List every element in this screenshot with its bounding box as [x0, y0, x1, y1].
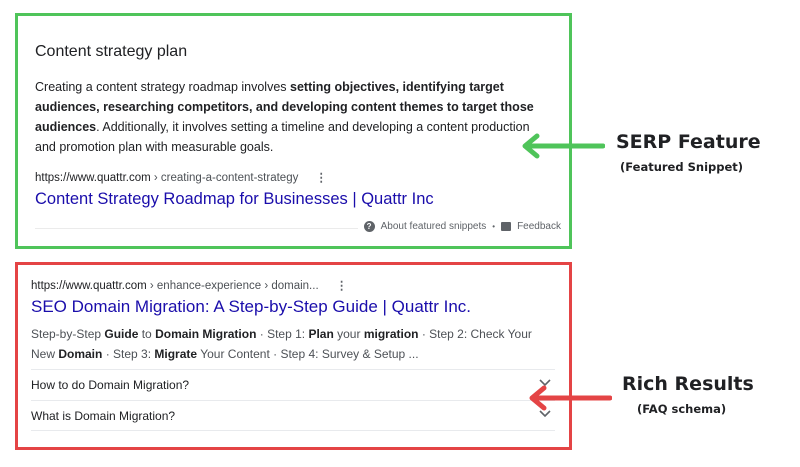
faq-question: How to do Domain Migration?	[31, 378, 190, 392]
serp-feature-label: SERP Feature	[616, 131, 761, 153]
feedback-icon	[501, 222, 512, 231]
rich-description: Step-by-Step Guide to Domain Migration ·…	[31, 324, 556, 364]
snippet-text: Creating a content strategy roadmap invo…	[35, 77, 550, 157]
snippet-heading: Content strategy plan	[35, 43, 188, 60]
rich-results-label: Rich Results	[622, 373, 754, 395]
rich-result-panel: https://www.quattr.com › enhance-experie…	[15, 262, 572, 450]
snippet-footer: ? About featured snippets • Feedback	[357, 221, 561, 232]
arrow-left-icon	[529, 385, 612, 411]
rich-url-row: https://www.quattr.com › enhance-experie…	[31, 278, 347, 292]
desc-bold: migration	[363, 327, 419, 341]
desc-bold: Domain Migration	[155, 327, 257, 341]
desc-part: your	[333, 327, 364, 341]
rich-results-sublabel: (FAQ schema)	[637, 402, 727, 416]
rich-result-link[interactable]: SEO Domain Migration: A Step-by-Step Gui…	[31, 297, 471, 317]
faq-divider	[31, 430, 555, 431]
faq-item[interactable]: How to do Domain Migration?	[31, 369, 555, 400]
about-featured-snippets-link[interactable]: About featured snippets	[381, 221, 487, 232]
faq-item[interactable]: What is Domain Migration?	[31, 400, 555, 431]
desc-bold: Plan	[308, 327, 334, 341]
desc-part: Step-by-Step	[31, 327, 105, 341]
snippet-text-part: . Additionally, it involves setting a ti…	[35, 120, 530, 154]
desc-part: to	[138, 327, 156, 341]
desc-bold: Migrate	[154, 347, 198, 361]
snippet-result-link[interactable]: Content Strategy Roadmap for Businesses …	[35, 190, 434, 209]
kebab-menu-icon[interactable]: ⋮	[316, 170, 328, 184]
kebab-menu-icon[interactable]: ⋮	[336, 278, 348, 292]
featured-snippet-panel: Content strategy plan Creating a content…	[15, 13, 572, 249]
desc-part: · Step 3:	[102, 347, 155, 361]
desc-part: · Step 1:	[256, 327, 309, 341]
help-icon: ?	[363, 221, 375, 232]
arrow-left-icon	[522, 133, 605, 159]
serp-feature-sublabel: (Featured Snippet)	[620, 160, 744, 174]
desc-bold: Domain	[58, 347, 103, 361]
desc-bold: Guide	[104, 327, 139, 341]
snippet-url: https://www.quattr.com	[35, 172, 151, 184]
footer-separator: •	[492, 222, 496, 231]
rich-breadcrumb: › enhance-experience › domain...	[146, 280, 319, 292]
snippet-breadcrumb: › creating-a-content-strategy	[150, 172, 299, 184]
desc-part: Your Content · Step 4: Survey & Setup ..…	[197, 347, 419, 361]
feedback-link[interactable]: Feedback	[517, 221, 561, 232]
snippet-text-part: Creating a content strategy roadmap invo…	[35, 80, 290, 94]
faq-question: What is Domain Migration?	[31, 409, 176, 423]
rich-url: https://www.quattr.com	[31, 280, 147, 292]
snippet-url-row: https://www.quattr.com › creating-a-cont…	[35, 170, 327, 184]
